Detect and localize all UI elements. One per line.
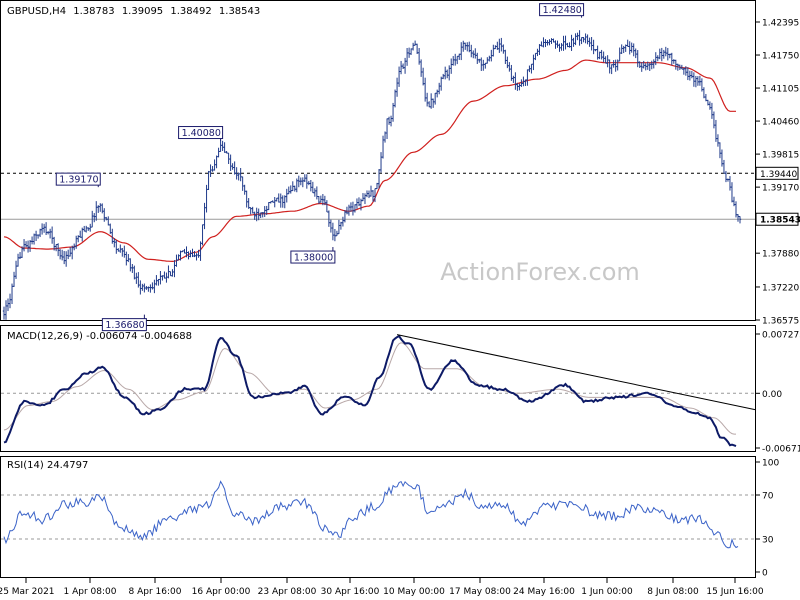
rsi-label: RSI(14) 24.4797: [7, 460, 88, 471]
low-value: 1.38492: [170, 6, 211, 17]
time-tick-label: 1 Jun 00:00: [581, 587, 633, 597]
rsi-tick-label: 100: [762, 459, 779, 469]
price-tick-label: 1.42395: [762, 19, 799, 29]
price-tick-label: 1.36575: [762, 317, 799, 327]
time-tick-label: 10 May 00:00: [383, 587, 445, 597]
rsi-panel: [0, 456, 756, 578]
price-tick-label: 1.41105: [762, 85, 799, 95]
time-axis: 25 Mar 2021 1 Apr 08:00 8 Apr 16:00 16 Apr …: [0, 578, 764, 597]
time-tick-label: 16 Apr 00:00: [192, 587, 251, 597]
high-value: 1.39095: [122, 6, 163, 17]
rsi-tick-label: 0: [762, 569, 768, 579]
time-tick-label: 23 Apr 08:00: [258, 587, 317, 597]
time-tick-label: 17 May 08:00: [449, 587, 511, 597]
time-tick-label: 24 May 16:00: [513, 587, 575, 597]
swing-label: 1.39170: [59, 175, 98, 186]
swing-label: 1.40080: [182, 128, 221, 139]
price-tick-label: 1.39815: [762, 151, 799, 161]
swing-label: 1.38000: [294, 253, 333, 264]
time-tick-label: 8 Apr 16:00: [129, 587, 182, 597]
price-tick-label: 1.40460: [762, 118, 799, 128]
current-price-label: 1.38543: [760, 216, 800, 226]
price-panel: [0, 0, 756, 321]
chart-svg: ActionForex.com GBPUSD,H4 1.38783 1.3909…: [0, 0, 800, 597]
price-tick-label: 1.37880: [762, 250, 799, 260]
price-tick-label: 1.41750: [762, 52, 799, 62]
macd-axis: 0.007275 0.00 -0.00671: [755, 331, 800, 455]
chart-title: GBPUSD,H4 1.38783 1.39095 1.38492 1.3854…: [7, 6, 260, 17]
rsi-tick-label: 70: [762, 492, 774, 502]
time-tick-label: 8 Jun 08:00: [647, 587, 699, 597]
close-value: 1.38543: [219, 6, 260, 17]
price-tick-label: 1.37220: [762, 283, 799, 293]
rsi-axis: 100 70 30 0: [755, 459, 779, 579]
time-tick-label: 30 Apr 16:00: [321, 587, 380, 597]
macd-tick-label: 0.00: [762, 390, 782, 400]
time-tick-label: 25 Mar 2021: [0, 587, 55, 597]
rsi-tick-label: 30: [762, 536, 774, 546]
macd-tick-label: 0.007275: [762, 331, 800, 341]
time-tick-label: 15 Jun 16:00: [706, 587, 763, 597]
price-axis: 1.42395 1.41750 1.41105 1.40460 1.39815 1.391…: [755, 19, 800, 327]
macd-label: MACD(12,26,9) -0.006074 -0.004688: [7, 331, 192, 342]
swing-label: 1.42480: [543, 5, 582, 16]
watermark: ActionForex.com: [440, 258, 640, 286]
level-label: 1.39440: [760, 170, 797, 180]
time-tick-label: 1 Apr 08:00: [64, 587, 117, 597]
price-tick-label: 1.39170: [762, 184, 799, 194]
macd-tick-label: -0.00671: [762, 445, 800, 455]
swing-label: 1.36680: [105, 320, 144, 331]
open-value: 1.38783: [73, 6, 114, 17]
symbol-label: GBPUSD,H4: [7, 6, 66, 17]
